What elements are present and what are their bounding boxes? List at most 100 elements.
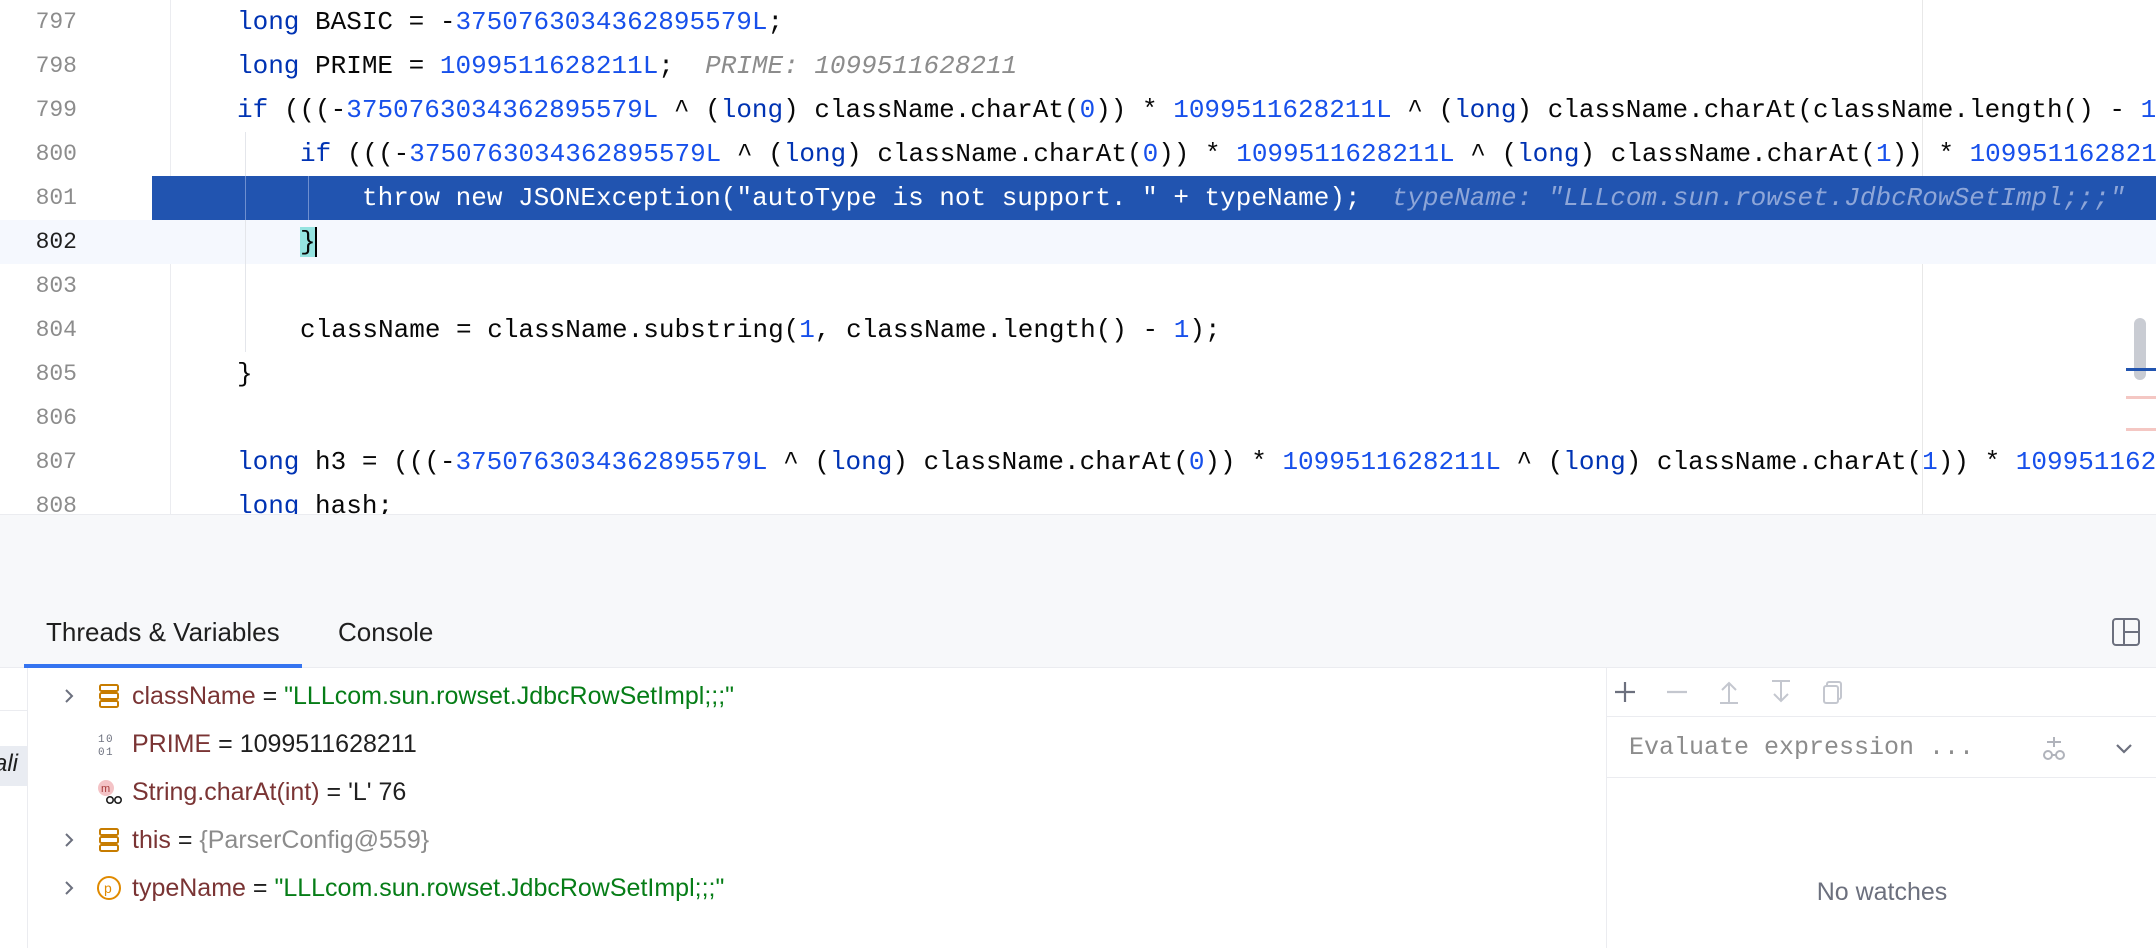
equals-sign: = bbox=[319, 778, 349, 806]
variables-tree[interactable]: className = "LLLcom.sun.rowset.JdbcRowSe… bbox=[29, 668, 1606, 948]
line-number[interactable]: 801 bbox=[0, 176, 77, 220]
scrollbar-marker[interactable] bbox=[2126, 396, 2156, 399]
chevron-down-icon[interactable] bbox=[2111, 735, 2137, 761]
line-number[interactable]: 798 bbox=[0, 44, 77, 88]
variable-value: {ParserConfig@559} bbox=[199, 826, 430, 854]
indent-guide bbox=[245, 220, 246, 264]
primitive-icon: 1001 bbox=[95, 730, 123, 759]
code-line[interactable]: 798 long PRIME = 1099511628211L; PRIME: 1… bbox=[0, 44, 2156, 88]
no-watches-text: No watches bbox=[1816, 878, 1948, 906]
line-number[interactable]: 805 bbox=[0, 352, 77, 396]
variable-name: className bbox=[132, 682, 256, 710]
execution-point-marker bbox=[152, 176, 170, 220]
variable-value: 1099511628211 bbox=[239, 730, 417, 758]
evaluate-expression-input[interactable] bbox=[1629, 727, 2029, 767]
chevron-right-icon[interactable] bbox=[59, 686, 79, 706]
svg-text:1: 1 bbox=[106, 747, 113, 758]
code-text[interactable]: className = className.substring(1, class… bbox=[300, 308, 1221, 352]
variable-row[interactable]: className = "LLLcom.sun.rowset.JdbcRowSe… bbox=[29, 672, 1606, 720]
add-watch-icon[interactable] bbox=[1611, 678, 1639, 706]
indent-guide bbox=[245, 264, 246, 308]
frame-label-fragment: ali bbox=[0, 750, 19, 777]
line-number[interactable]: 806 bbox=[0, 396, 77, 440]
code-line[interactable]: 799 if (((-3750763034362895579L ^ (long) … bbox=[0, 88, 2156, 132]
editor-scrollbar[interactable] bbox=[2126, 0, 2156, 514]
debug-tabs-bar: Threads & Variables Console bbox=[0, 598, 2156, 668]
indent-guide bbox=[245, 176, 246, 220]
chevron-right-icon[interactable] bbox=[59, 878, 79, 898]
scrollbar-marker[interactable] bbox=[2126, 428, 2156, 431]
variable-row[interactable]: 1 0 0 1 PRIME = 1099511628211 bbox=[29, 720, 1606, 768]
equals-sign: = bbox=[211, 730, 240, 758]
code-line[interactable]: 797 long BASIC = -3750763034362895579L; bbox=[0, 0, 2156, 44]
line-number[interactable]: 802 bbox=[0, 220, 77, 264]
code-text[interactable]: long PRIME = 1099511628211L; PRIME: 1099… bbox=[237, 44, 1017, 88]
field-icon bbox=[95, 682, 123, 710]
line-number[interactable]: 808 bbox=[0, 484, 77, 514]
indent-guide bbox=[245, 132, 246, 176]
code-text[interactable]: long BASIC = -3750763034362895579L; bbox=[237, 0, 783, 44]
variable-value: "LLLcom.sun.rowset.JdbcRowSetImpl;;;" bbox=[274, 874, 725, 902]
scrollbar-marker-execution[interactable] bbox=[2126, 368, 2156, 371]
code-text[interactable]: } bbox=[237, 352, 253, 396]
variable-text: PRIME = 1099511628211 bbox=[132, 720, 417, 768]
add-to-watches-icon[interactable] bbox=[2039, 733, 2069, 763]
indent-guide bbox=[308, 176, 309, 220]
variable-row[interactable]: m String.charAt(int) = 'L' 76 bbox=[29, 768, 1606, 816]
tab-threads-variables[interactable]: Threads & Variables bbox=[24, 598, 302, 668]
method-return-icon: m bbox=[95, 778, 123, 806]
variable-text: typeName = "LLLcom.sun.rowset.JdbcRowSet… bbox=[132, 864, 724, 912]
duplicate-icon[interactable] bbox=[1819, 678, 1847, 706]
frames-panel[interactable]: ali bbox=[0, 668, 28, 948]
line-number[interactable]: 803 bbox=[0, 264, 77, 308]
move-down-icon[interactable] bbox=[1767, 678, 1795, 706]
frames-divider bbox=[0, 710, 27, 711]
code-line[interactable]: 806 bbox=[0, 396, 2156, 440]
svg-text:0: 0 bbox=[106, 734, 113, 746]
code-line[interactable]: 801 throw new JSONException("autoType is … bbox=[0, 176, 2156, 220]
code-text[interactable]: throw new JSONException("autoType is not… bbox=[362, 176, 2125, 220]
code-text[interactable]: long hash; bbox=[237, 484, 393, 514]
field-icon bbox=[95, 826, 123, 854]
variable-name: String.charAt(int) bbox=[132, 778, 320, 806]
code-text[interactable]: } bbox=[300, 220, 317, 264]
code-line[interactable]: 807 long h3 = (((-3750763034362895579L ^ … bbox=[0, 440, 2156, 484]
code-line[interactable]: 804 className = className.substring(1, cl… bbox=[0, 308, 2156, 352]
line-number[interactable]: 807 bbox=[0, 440, 77, 484]
watches-toolbar bbox=[1607, 668, 2156, 716]
code-text[interactable]: if (((-3750763034362895579L ^ (long) cla… bbox=[237, 88, 2156, 132]
tab-console[interactable]: Console bbox=[316, 598, 455, 668]
code-line[interactable]: 808 long hash; bbox=[0, 484, 2156, 514]
variable-row[interactable]: p typeName = "LLLcom.sun.rowset.JdbcRowSe… bbox=[29, 864, 1606, 912]
variable-value: "LLLcom.sun.rowset.JdbcRowSetImpl;;;" bbox=[284, 682, 735, 710]
code-text[interactable]: long h3 = (((-3750763034362895579L ^ (lo… bbox=[237, 440, 2156, 484]
panel-splitter[interactable] bbox=[0, 514, 2156, 598]
layout-settings-icon[interactable] bbox=[2112, 618, 2140, 646]
svg-text:m: m bbox=[101, 783, 110, 795]
parameter-icon: p bbox=[95, 874, 123, 902]
code-editor[interactable]: 797 long BASIC = -3750763034362895579L; 79… bbox=[0, 0, 2156, 514]
svg-text:1: 1 bbox=[98, 734, 105, 746]
svg-text:0: 0 bbox=[98, 747, 105, 758]
equals-sign: = bbox=[255, 682, 285, 710]
variable-text: this = {ParserConfig@559} bbox=[132, 816, 429, 864]
variable-name: typeName bbox=[132, 874, 246, 902]
line-number[interactable]: 800 bbox=[0, 132, 77, 176]
variable-name: PRIME bbox=[132, 730, 212, 758]
line-number[interactable]: 799 bbox=[0, 88, 77, 132]
indent-guide bbox=[245, 308, 246, 352]
variable-row[interactable]: this = {ParserConfig@559} bbox=[29, 816, 1606, 864]
chevron-right-icon[interactable] bbox=[59, 830, 79, 850]
equals-sign: = bbox=[170, 826, 200, 854]
code-line[interactable]: 803 bbox=[0, 264, 2156, 308]
code-line[interactable]: 805} bbox=[0, 352, 2156, 396]
line-number[interactable]: 804 bbox=[0, 308, 77, 352]
code-line[interactable]: 802} bbox=[0, 220, 2156, 264]
equals-sign: = bbox=[245, 874, 275, 902]
variable-name: this bbox=[132, 826, 171, 854]
move-up-icon[interactable] bbox=[1715, 678, 1743, 706]
code-line[interactable]: 800 if (((-3750763034362895579L ^ (long) … bbox=[0, 132, 2156, 176]
code-text[interactable]: if (((-3750763034362895579L ^ (long) cla… bbox=[300, 132, 2156, 176]
remove-watch-icon[interactable] bbox=[1663, 678, 1691, 706]
line-number[interactable]: 797 bbox=[0, 0, 77, 44]
